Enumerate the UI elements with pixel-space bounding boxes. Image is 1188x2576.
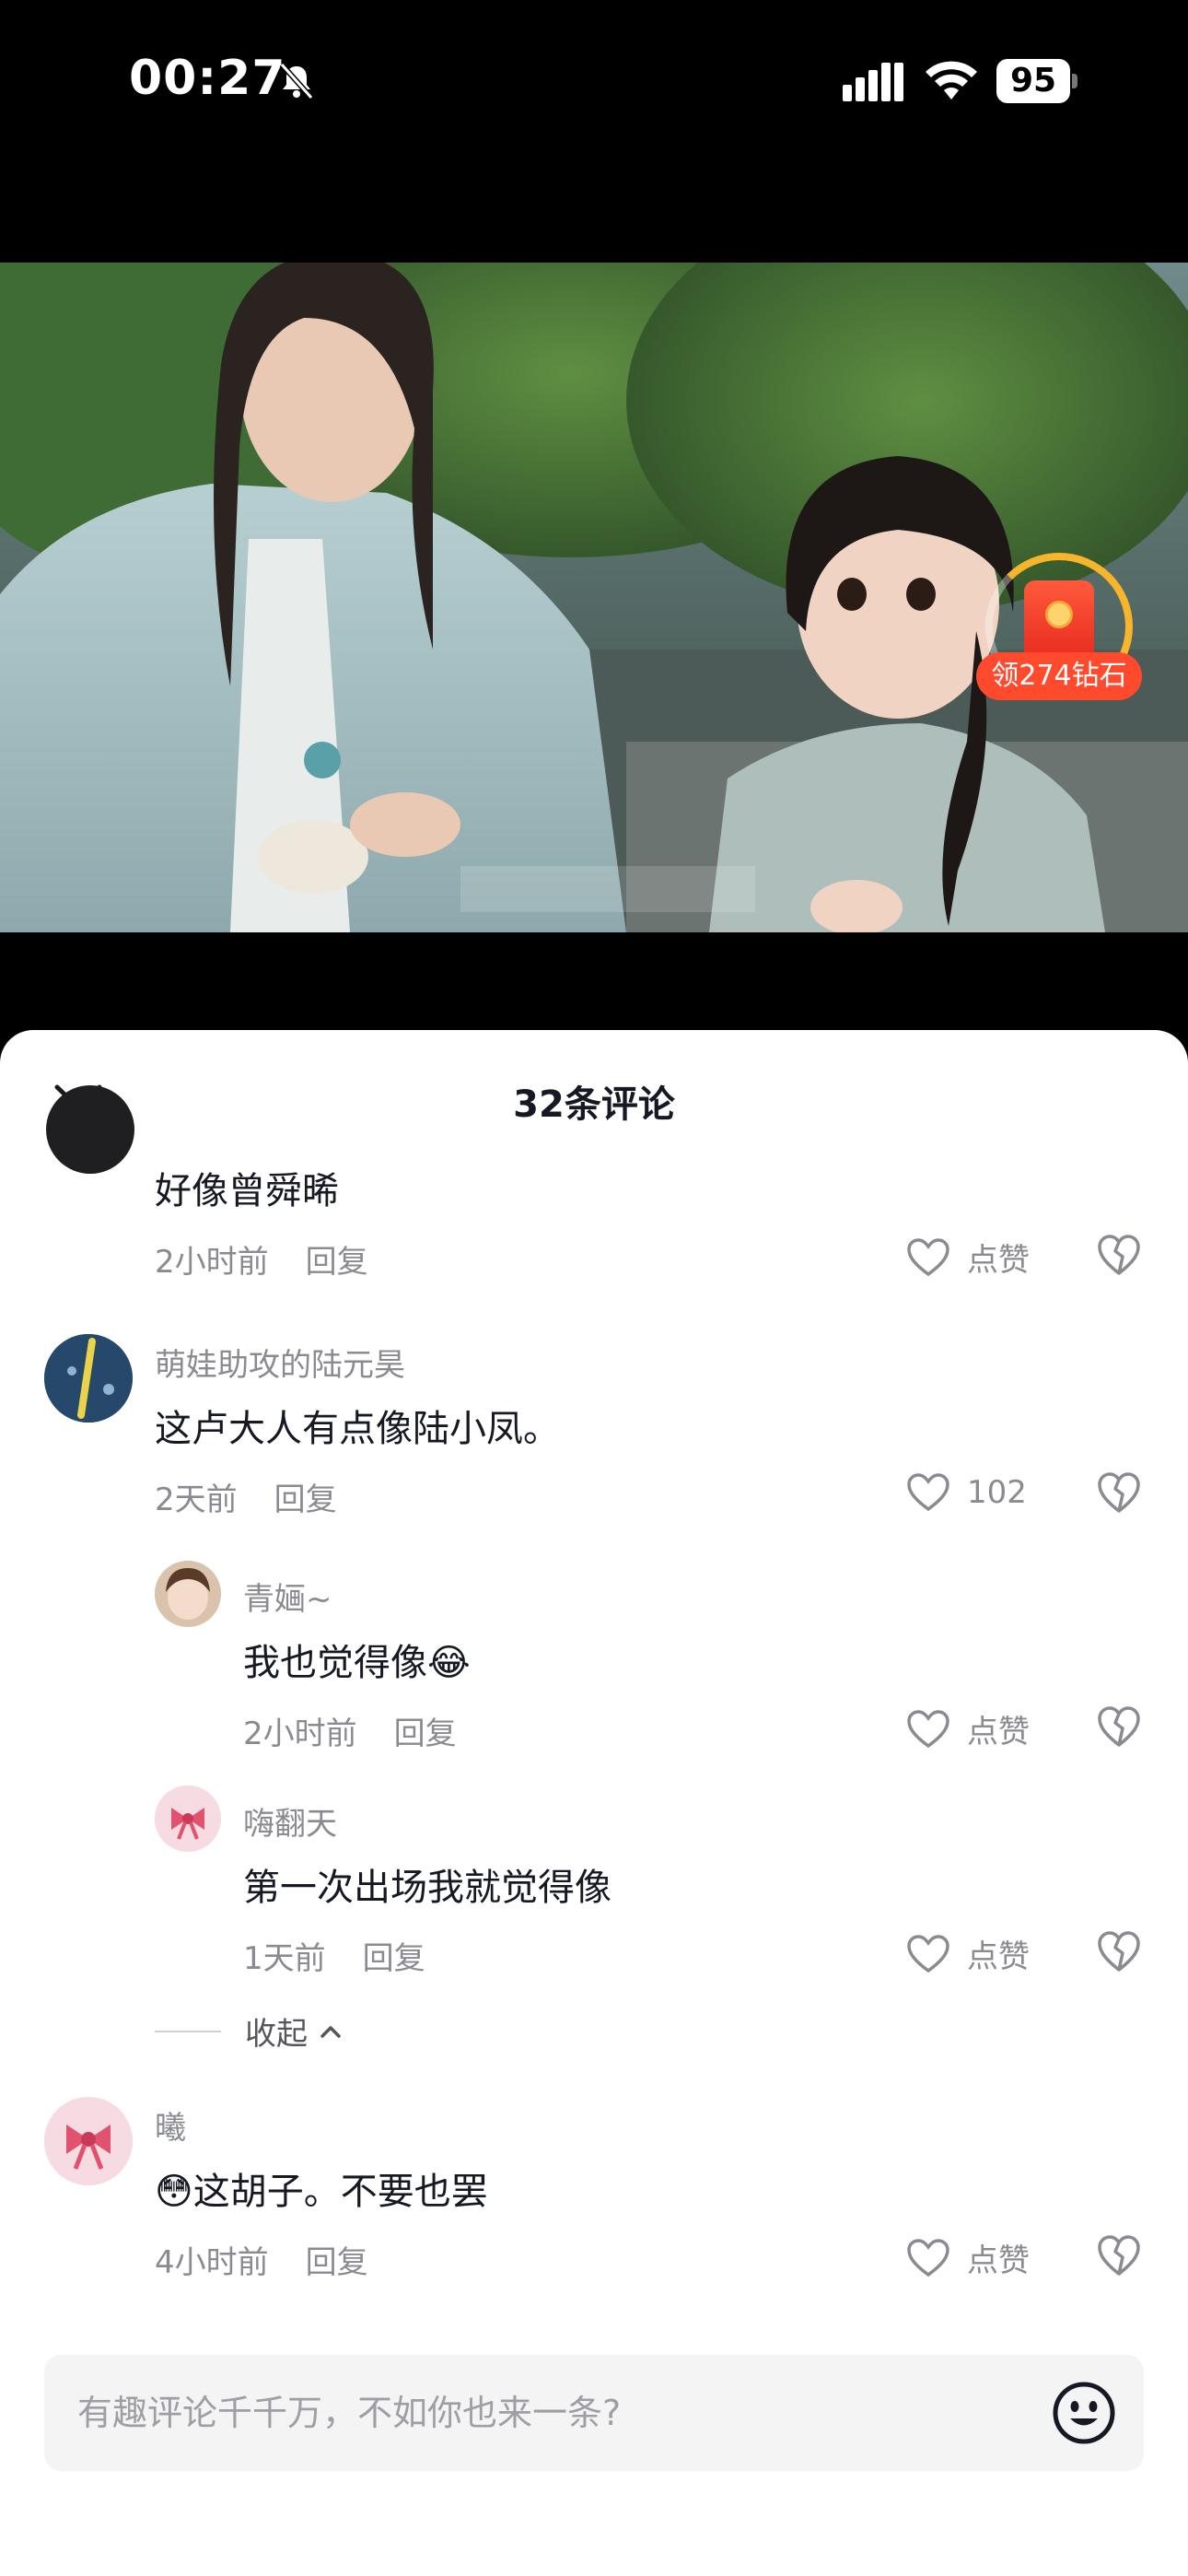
broken-heart-icon[interactable] bbox=[1096, 1233, 1142, 1277]
comment-input[interactable] bbox=[77, 2355, 998, 2471]
comment-text: 😳这胡子。不要也罢 bbox=[155, 2171, 488, 2213]
collapse-divider bbox=[155, 2030, 221, 2032]
like-button[interactable]: 102 bbox=[906, 1472, 1031, 1513]
cellular-signal-icon bbox=[843, 63, 903, 101]
like-count: 点赞 bbox=[967, 1938, 1030, 1975]
like-button[interactable]: 点赞 bbox=[906, 2235, 1031, 2280]
comment-sheet: 32条评论 好像曾舜晞 2小时前 回复 点赞 萌娃助攻的陆元昊 这卢大人有点像陆小… bbox=[0, 1030, 1188, 2576]
comment-meta: 2天前 回复 bbox=[155, 1474, 337, 1519]
collapse-label: 收起 bbox=[245, 2016, 308, 2053]
red-envelope-icon bbox=[1024, 580, 1094, 663]
reply-button[interactable]: 回复 bbox=[394, 1715, 457, 1752]
comment-count-title: 32条评论 bbox=[513, 1083, 675, 1126]
avatar-image bbox=[155, 1561, 221, 1627]
avatar[interactable] bbox=[155, 1786, 221, 1852]
comment-username[interactable]: 萌娃助攻的陆元昊 bbox=[155, 1340, 405, 1385]
battery-indicator: 95 bbox=[996, 59, 1077, 103]
heart-icon bbox=[907, 1709, 949, 1748]
status-time: 00:27 bbox=[129, 51, 286, 106]
comment-text: 这卢大人有点像陆小凤。 bbox=[155, 1408, 560, 1450]
like-count: 点赞 bbox=[967, 2242, 1030, 2279]
comment-time: 2天前 bbox=[155, 1481, 238, 1518]
heart-icon bbox=[907, 1237, 949, 1276]
reply-button[interactable]: 回复 bbox=[274, 1481, 337, 1518]
like-button[interactable]: 点赞 bbox=[906, 1706, 1031, 1751]
comment-time: 4小时前 bbox=[155, 2244, 269, 2281]
reward-red-envelope-button[interactable]: 领274钻石 bbox=[976, 553, 1142, 709]
chevron-up-icon bbox=[320, 2025, 341, 2038]
reply-button[interactable]: 回复 bbox=[306, 1244, 368, 1281]
heart-icon bbox=[907, 1473, 949, 1512]
coin-icon bbox=[1045, 601, 1073, 628]
avatar-image bbox=[155, 1786, 221, 1852]
comment-meta: 2小时前 回复 bbox=[243, 1708, 457, 1753]
comment-username[interactable]: 曦 bbox=[155, 2102, 186, 2148]
wifi-icon bbox=[926, 61, 977, 100]
heart-icon bbox=[907, 1934, 949, 1973]
battery-tip bbox=[1072, 74, 1077, 88]
status-bar: 00:27 95 bbox=[0, 0, 1188, 157]
emoji-icon[interactable] bbox=[1052, 2381, 1116, 2445]
collapse-replies-button[interactable]: 收起 bbox=[155, 2008, 343, 2054]
like-count: 102 bbox=[967, 1474, 1027, 1511]
avatar-image bbox=[44, 1334, 133, 1423]
avatar[interactable] bbox=[155, 1561, 221, 1627]
comment-time: 2小时前 bbox=[155, 1244, 269, 1281]
comment-meta: 1天前 回复 bbox=[243, 1933, 425, 1978]
comment-text: 好像曾舜晞 bbox=[155, 1170, 339, 1212]
comment-text: 第一次出场我就觉得像 bbox=[243, 1867, 611, 1909]
comment-meta: 4小时前 回复 bbox=[155, 2237, 368, 2282]
comment-meta: 2小时前 回复 bbox=[155, 1236, 368, 1282]
broken-heart-icon[interactable] bbox=[1096, 1929, 1142, 1973]
comment-username[interactable]: 青婳~ bbox=[243, 1574, 332, 1619]
comment-username[interactable]: 嗨翻天 bbox=[243, 1798, 337, 1844]
avatar[interactable] bbox=[46, 1085, 134, 1174]
reply-button[interactable]: 回复 bbox=[363, 1940, 425, 1977]
bell-muted-icon bbox=[279, 63, 314, 100]
comment-input-bar bbox=[44, 2355, 1144, 2471]
reward-label: 领274钻石 bbox=[976, 652, 1142, 700]
heart-icon bbox=[907, 2238, 949, 2277]
broken-heart-icon[interactable] bbox=[1096, 1470, 1142, 1515]
like-count: 点赞 bbox=[967, 1242, 1030, 1279]
reply-button[interactable]: 回复 bbox=[306, 2244, 368, 2281]
broken-heart-icon[interactable] bbox=[1096, 2233, 1142, 2277]
like-button[interactable]: 点赞 bbox=[906, 1235, 1031, 1280]
comment-time: 1天前 bbox=[243, 1940, 326, 1977]
avatar-image bbox=[44, 2097, 133, 2185]
avatar[interactable] bbox=[44, 2097, 133, 2185]
broken-heart-icon[interactable] bbox=[1096, 1704, 1142, 1749]
comment-time: 2小时前 bbox=[243, 1715, 357, 1752]
avatar[interactable] bbox=[44, 1334, 133, 1423]
like-button[interactable]: 点赞 bbox=[906, 1931, 1031, 1976]
comment-text: 我也觉得像😂 bbox=[243, 1642, 471, 1684]
like-count: 点赞 bbox=[967, 1714, 1030, 1751]
comment-sheet-header: 32条评论 bbox=[0, 1030, 1188, 1159]
battery-level: 95 bbox=[996, 59, 1070, 103]
